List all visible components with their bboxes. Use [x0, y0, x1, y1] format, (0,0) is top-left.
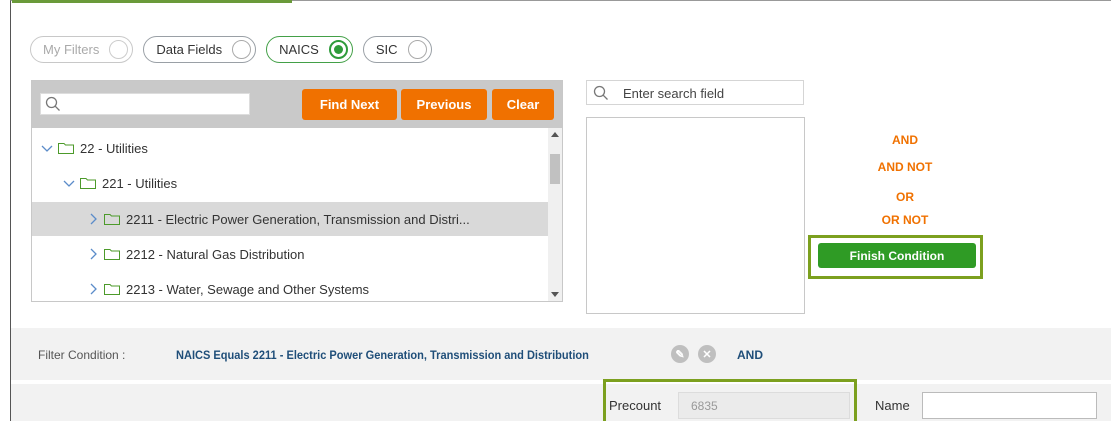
tree-node-label: 22 - Utilities: [80, 140, 148, 156]
naics-tree-panel: Find Next Previous Clear 22 - Utilities …: [31, 80, 563, 302]
tree-node[interactable]: 2213 - Water, Sewage and Other Systems: [32, 272, 550, 301]
finish-condition-button[interactable]: Finish Condition: [818, 243, 976, 268]
filter-condition-label: Filter Condition :: [38, 348, 126, 362]
find-next-button[interactable]: Find Next: [302, 89, 397, 120]
clear-button[interactable]: Clear: [492, 89, 554, 120]
condition-prefix: NAICS Equals 2211: [176, 348, 277, 362]
precount-value: 6835: [691, 399, 718, 413]
search-icon: [45, 96, 60, 111]
tree-node[interactable]: 221 - Utilities: [32, 166, 550, 200]
tree-node-label: 2211 - Electric Power Generation, Transm…: [126, 211, 470, 227]
tree-toolbar: Find Next Previous Clear: [32, 81, 562, 128]
chevron-right-icon[interactable]: [86, 247, 100, 261]
precount-field: 6835: [678, 392, 850, 419]
filter-condition-bar: Filter Condition : NAICS Equals 2211 - E…: [11, 328, 1111, 380]
remove-icon[interactable]: ✕: [698, 345, 716, 363]
tab-naics-label: NAICS: [279, 42, 319, 57]
tree-scrollbar[interactable]: [548, 128, 562, 301]
tree-node-label: 2212 - Natural Gas Distribution: [126, 246, 305, 262]
folder-icon: [104, 284, 120, 295]
top-accent-bar: [12, 0, 292, 3]
folder-icon: [104, 249, 120, 260]
tree-node-label: 221 - Utilities: [102, 175, 178, 191]
operator-and[interactable]: AND: [860, 133, 950, 147]
tree-node[interactable]: 2212 - Natural Gas Distribution: [32, 237, 550, 271]
tab-data-fields-label: Data Fields: [156, 42, 223, 57]
filter-type-tabs: My Filters Data Fields NAICS SIC: [30, 36, 432, 63]
radio-icon: [232, 40, 252, 59]
scrollbar-thumb[interactable]: [550, 154, 560, 184]
search-icon: [593, 85, 608, 100]
folder-icon: [58, 143, 74, 154]
tab-sic-label: SIC: [375, 42, 398, 57]
tree-search-input[interactable]: [40, 93, 250, 115]
tab-my-filters[interactable]: My Filters: [30, 36, 134, 63]
tree-node-label: 2213 - Water, Sewage and Other Systems: [126, 281, 370, 297]
field-search-placeholder: Enter search field: [623, 86, 725, 101]
radio-icon: [109, 40, 129, 59]
condition-text: - Electric Power Generation, Transmissio…: [276, 348, 589, 362]
operator-or-not[interactable]: OR NOT: [860, 213, 950, 227]
field-search-input[interactable]: Enter search field: [586, 80, 804, 105]
operator-and-not[interactable]: AND NOT: [860, 160, 950, 174]
radio-selected-icon: [328, 40, 348, 59]
previous-button[interactable]: Previous: [401, 89, 487, 120]
operator-or[interactable]: OR: [860, 190, 950, 204]
tree-node[interactable]: 22 - Utilities: [32, 131, 550, 165]
scroll-up-arrow-icon[interactable]: [551, 132, 559, 137]
filter-condition-value: NAICS Equals 2211 - Electric Power Gener…: [176, 348, 589, 362]
chevron-down-icon[interactable]: [40, 141, 54, 155]
tab-sic[interactable]: SIC: [362, 36, 432, 63]
tree-body: 22 - Utilities 221 - Utilities 2211 - El…: [32, 128, 562, 301]
chevron-right-icon[interactable]: [86, 212, 100, 226]
edit-icon[interactable]: ✎: [671, 345, 689, 363]
tab-data-fields[interactable]: Data Fields: [143, 36, 257, 63]
tab-naics[interactable]: NAICS: [266, 36, 353, 63]
folder-icon: [104, 214, 120, 225]
radio-icon: [407, 40, 427, 59]
folder-icon: [80, 178, 96, 189]
tree-node-selected[interactable]: 2211 - Electric Power Generation, Transm…: [32, 202, 550, 236]
condition-connector[interactable]: AND: [737, 348, 763, 362]
name-label: Name: [875, 398, 910, 413]
precount-label: Precount: [609, 398, 662, 413]
tab-my-filters-label: My Filters: [43, 42, 100, 57]
scroll-down-arrow-icon[interactable]: [551, 292, 559, 297]
selected-fields-list[interactable]: [586, 117, 805, 314]
chevron-right-icon[interactable]: [86, 282, 100, 296]
chevron-down-icon[interactable]: [62, 176, 76, 190]
name-input[interactable]: [922, 392, 1097, 419]
